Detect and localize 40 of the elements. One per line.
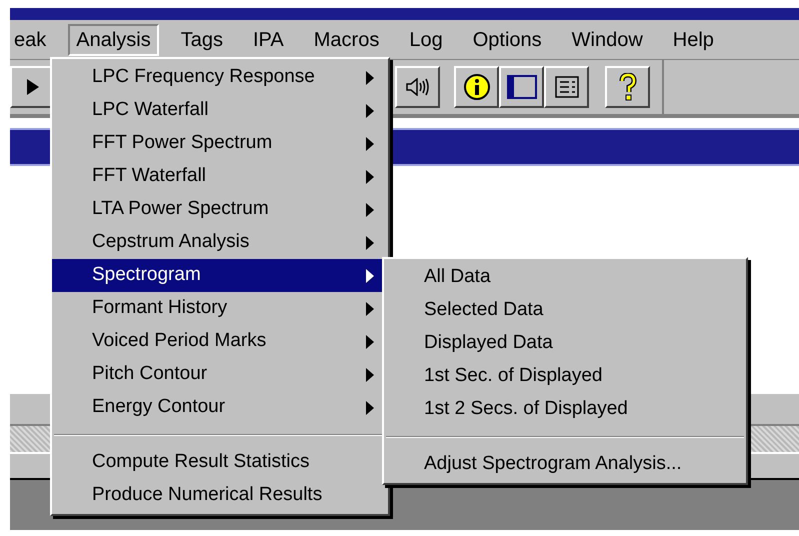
menu-item[interactable]: FFT Power Spectrum [52, 127, 388, 160]
submenu-arrow-icon [366, 334, 374, 348]
menu-item[interactable]: LPC Frequency Response [52, 61, 388, 94]
menu-bar-item[interactable]: eak [10, 24, 54, 56]
speaker-button[interactable] [395, 66, 440, 108]
menu-bar-item[interactable]: Macros [306, 24, 388, 56]
list-icon [554, 76, 578, 98]
menu-item[interactable]: Cepstrum Analysis [52, 226, 388, 259]
menu-bar-item[interactable]: Window [564, 24, 651, 56]
menu-bar-item[interactable]: Tags [172, 24, 231, 56]
submenu-arrow-icon [366, 268, 374, 282]
submenu-arrow-icon [366, 400, 374, 414]
submenu-arrow-icon [366, 202, 374, 216]
menu-bar-item[interactable]: Log [401, 24, 451, 56]
submenu-arrow-icon [366, 70, 374, 84]
window-icon [506, 75, 536, 99]
info-button[interactable] [454, 66, 499, 108]
menu-bar-item[interactable]: Options [464, 24, 550, 56]
window-button[interactable] [499, 66, 544, 108]
speaker-icon [406, 78, 430, 96]
info-icon [462, 73, 490, 101]
help-icon [618, 73, 636, 101]
help-button[interactable] [605, 66, 650, 108]
submenu-arrow-icon [366, 302, 374, 316]
menu-bar-item[interactable]: IPA [244, 24, 292, 56]
menu-item[interactable]: Adjust Spectrogram Analysis... [384, 448, 746, 481]
menu-item[interactable]: FFT Waterfall [52, 160, 388, 193]
menu-item[interactable]: 1st 2 Secs. of Displayed [384, 393, 746, 426]
submenu-arrow-icon [366, 236, 374, 250]
submenu-arrow-icon [366, 104, 374, 118]
menu-item[interactable]: LPC Waterfall [52, 94, 388, 127]
submenu-arrow-icon [366, 170, 374, 184]
submenu-arrow-icon [366, 136, 374, 150]
menu-item[interactable]: Produce Numerical Results [52, 479, 388, 512]
submenu-arrow-icon [366, 368, 374, 382]
menu-item[interactable]: LTA Power Spectrum [52, 193, 388, 226]
list-button[interactable] [544, 66, 589, 108]
play-icon [26, 79, 38, 95]
menu-bar-item[interactable]: Analysis [68, 24, 159, 56]
menu-bar-item[interactable]: Help [664, 24, 722, 56]
